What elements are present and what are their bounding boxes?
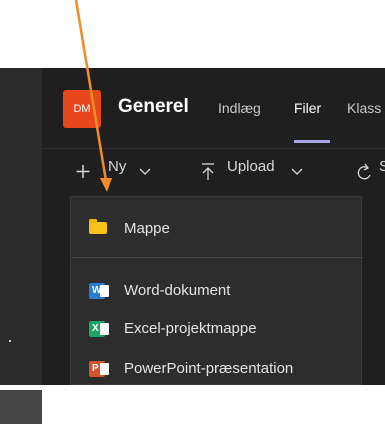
menu-item-word[interactable]: W Word-dokument <box>71 275 363 305</box>
folder-icon <box>89 219 107 234</box>
menu-item-folder[interactable]: Mappe <box>71 213 363 243</box>
active-tab-indicator <box>294 140 330 143</box>
menu-item-powerpoint[interactable]: P PowerPoint-præsentation <box>71 353 363 383</box>
upload-button[interactable]: Upload <box>227 158 275 175</box>
new-dropdown-menu: Mappe W Word-dokument X Excel-projektmap… <box>70 196 363 385</box>
menu-item-label: Excel-projektmappe <box>124 320 257 337</box>
excel-icon: X <box>89 321 109 337</box>
menu-item-label: Word-dokument <box>124 282 231 299</box>
menu-item-label: PowerPoint-præsentation <box>124 360 294 377</box>
menu-item-label: Mappe <box>124 220 170 237</box>
tab-klass[interactable]: Klass <box>347 100 381 116</box>
menu-item-excel[interactable]: X Excel-projektmappe <box>71 313 363 343</box>
tab-indlaeg[interactable]: Indlæg <box>218 100 261 116</box>
channel-title: Generel <box>118 96 189 117</box>
toolbar-divider <box>42 148 385 149</box>
rail-dot <box>9 340 11 342</box>
tab-filer[interactable]: Filer <box>294 100 321 116</box>
new-button[interactable]: Ny <box>108 158 126 175</box>
sync-button-partial[interactable]: S <box>379 158 385 175</box>
left-rail <box>0 68 42 424</box>
powerpoint-icon: P <box>89 361 109 377</box>
team-avatar[interactable]: DM <box>63 90 101 128</box>
rail-selected-item[interactable] <box>0 390 42 424</box>
word-icon: W <box>89 283 109 299</box>
menu-divider <box>71 257 363 258</box>
